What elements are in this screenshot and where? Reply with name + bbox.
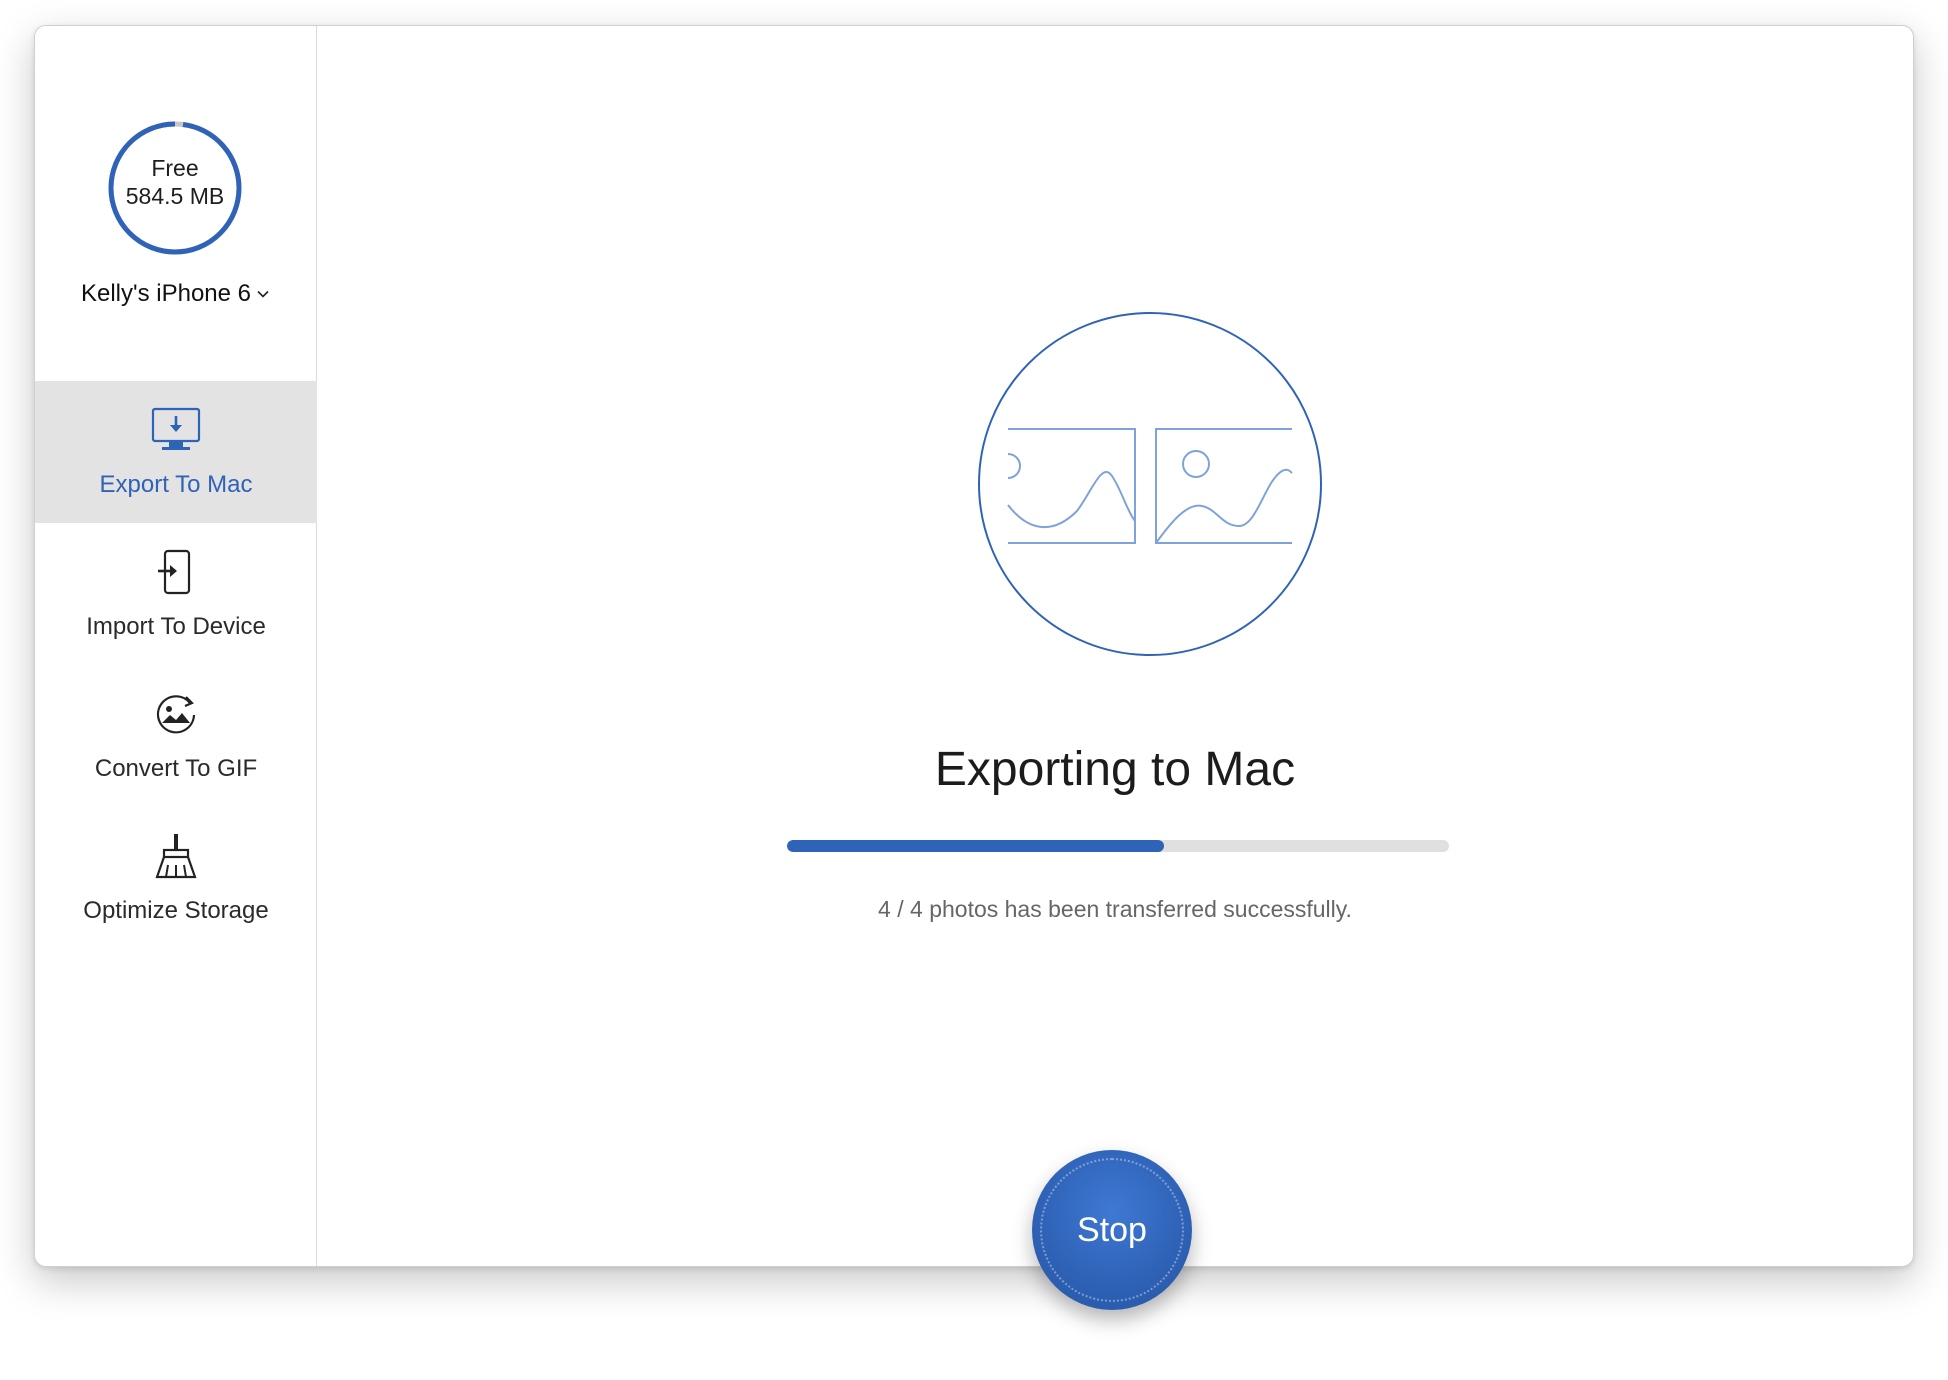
- sidebar-item-optimize-storage[interactable]: Optimize Storage: [35, 807, 317, 949]
- storage-readout: Free 584.5 MB: [105, 154, 245, 210]
- transfer-progress-bar: [787, 840, 1449, 852]
- page-title: Exporting to Mac: [934, 743, 1296, 796]
- sidebar-item-label: Optimize Storage: [83, 897, 269, 924]
- photos-transfer-illustration: [978, 312, 1322, 656]
- sidebar-item-convert-to-gif[interactable]: Convert To GIF: [35, 665, 317, 807]
- main-panel: Exporting to Mac 4 / 4 photos has been t…: [317, 26, 1913, 1266]
- app-window: Free 584.5 MB Kelly's iPhone 6 Export To…: [34, 25, 1914, 1267]
- storage-label: Free: [151, 155, 199, 181]
- gif-convert-icon: [156, 695, 196, 734]
- storage-value: 584.5 MB: [125, 183, 225, 209]
- sidebar-item-label: Import To Device: [86, 613, 266, 640]
- sidebar-item-import-to-device[interactable]: Import To Device: [35, 523, 317, 665]
- sidebar: Free 584.5 MB Kelly's iPhone 6 Export To…: [35, 26, 317, 1266]
- chevron-down-icon: [257, 290, 269, 298]
- sidebar-item-label: Export To Mac: [99, 471, 253, 498]
- stop-button[interactable]: Stop: [1032, 1150, 1192, 1310]
- stop-button-label: Stop: [1077, 1210, 1147, 1249]
- transfer-status: 4 / 4 photos has been transferred succes…: [878, 896, 1352, 922]
- transfer-progress-fill: [787, 840, 1165, 852]
- device-name: Kelly's iPhone 6: [80, 280, 251, 307]
- device-selector[interactable]: Kelly's iPhone 6: [35, 280, 317, 308]
- sidebar-item-export-to-mac[interactable]: Export To Mac: [35, 381, 317, 523]
- phone-import-icon: [158, 549, 191, 595]
- monitor-download-icon: [151, 407, 201, 450]
- broom-icon: [155, 834, 197, 879]
- sidebar-item-label: Convert To GIF: [94, 755, 258, 782]
